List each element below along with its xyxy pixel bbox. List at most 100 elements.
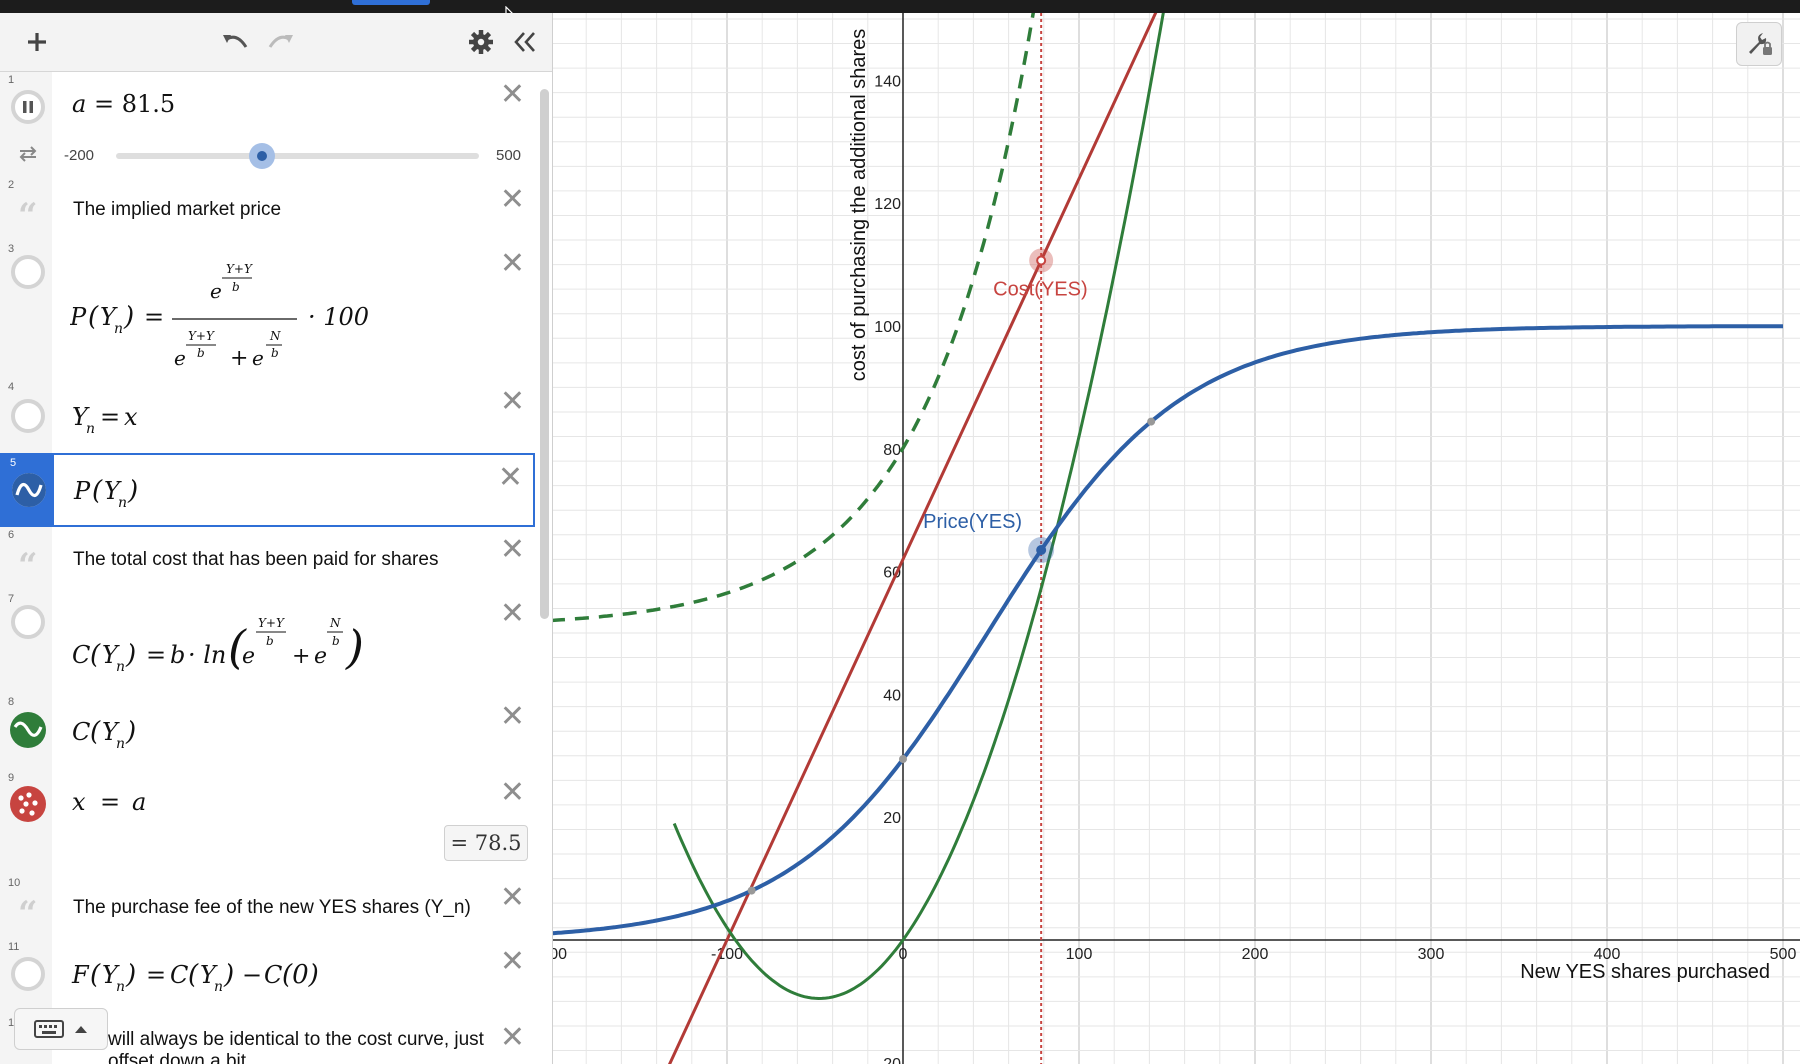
svg-text:n: n — [118, 495, 127, 511]
expression-row-price-definition[interactable]: 3 P ( Y n ) = e Y+Y b e Y+Y b + e N b · … — [0, 241, 535, 380]
expression-row-cost-graph[interactable]: 8 C ( Y n ) ✕ — [0, 694, 535, 771]
expression-row-fee-definition[interactable]: 11 F ( Y n ) = C ( Y n ) − C (0) ✕ — [0, 939, 535, 1016]
delete-expression-button[interactable]: ✕ — [500, 1023, 525, 1053]
yn-formula[interactable]: Y n = x — [70, 395, 190, 439]
graph-toggle-icon[interactable] — [11, 605, 45, 639]
svg-text:e: e — [314, 644, 327, 669]
add-expression-button[interactable] — [22, 27, 52, 57]
delete-expression-button[interactable]: ✕ — [500, 185, 525, 215]
delete-expression-button[interactable]: ✕ — [500, 599, 525, 629]
intersection-point[interactable] — [747, 886, 756, 895]
delete-expression-button[interactable]: ✕ — [500, 80, 525, 110]
note-text[interactable]: will always be identical to the cost cur… — [108, 1029, 498, 1064]
row-number: 2 — [8, 179, 15, 191]
green-curve-icon[interactable] — [10, 712, 46, 748]
pause-animation-button[interactable] — [11, 90, 45, 124]
expression-row-note[interactable]: 10 “ The purchase fee of the new YES sha… — [0, 875, 535, 940]
graph-toggle-icon[interactable] — [11, 957, 45, 991]
note-quote-icon: “ — [18, 894, 38, 934]
graph-toggle-icon[interactable] — [11, 399, 45, 433]
note-text[interactable]: The purchase fee of the new YES shares (… — [73, 897, 471, 919]
svg-text:· ln: · ln — [188, 641, 226, 669]
x-tick-label: 0 — [899, 946, 908, 963]
expression-row-slider[interactable]: 1 a = 81.5 -200 500 ✕ — [0, 72, 535, 178]
intersection-point[interactable] — [899, 755, 907, 764]
slider-min[interactable]: -200 — [64, 147, 94, 164]
intersection-point[interactable] — [1147, 417, 1156, 426]
svg-text:C: C — [72, 718, 90, 746]
price-point[interactable] — [1036, 544, 1047, 555]
slider-variable: a — [72, 90, 87, 118]
expression-list-scrollbar[interactable] — [540, 89, 549, 619]
loop-icon[interactable] — [17, 145, 39, 163]
svg-text:=: = — [146, 641, 166, 669]
undo-button[interactable] — [220, 27, 250, 57]
red-dotted-line-icon[interactable] — [10, 786, 46, 822]
undo-icon — [223, 35, 248, 48]
note-text[interactable]: The total cost that has been paid for sh… — [73, 549, 438, 571]
active-tab-indicator[interactable] — [352, 0, 430, 5]
svg-text:P: P — [70, 303, 87, 331]
x-tick-label: 200 — [1242, 946, 1269, 963]
fee-formula[interactable]: F ( Y n ) = C ( Y n ) − C (0) — [70, 953, 330, 997]
svg-text:(: ( — [188, 960, 199, 990]
redo-button[interactable] — [266, 27, 296, 57]
y-tick-label: 120 — [874, 196, 901, 213]
svg-text:(: ( — [90, 960, 101, 990]
note-text[interactable]: The implied market price — [73, 199, 281, 221]
expression-row-note[interactable]: 2 “ The implied market price ✕ — [0, 177, 535, 242]
price-graph-formula[interactable]: P ( Y n ) — [72, 469, 192, 513]
collapse-panel-button[interactable] — [510, 27, 540, 57]
svg-text:b: b — [170, 641, 185, 669]
graph-settings-button[interactable] — [1736, 22, 1782, 66]
cost-point[interactable] — [1036, 255, 1047, 266]
delete-expression-button[interactable]: ✕ — [500, 778, 525, 808]
row-number: 5 — [10, 457, 17, 469]
svg-text:C: C — [264, 961, 282, 989]
svg-text:=: = — [100, 403, 120, 431]
y-tick-label: 40 — [883, 687, 901, 704]
evaluation-result: = 78.5 — [444, 825, 528, 861]
cost-graph-formula[interactable]: C ( Y n ) — [70, 710, 190, 754]
delete-expression-button[interactable]: ✕ — [500, 702, 525, 732]
slider-track[interactable] — [116, 153, 479, 159]
graph-canvas[interactable]: -200-1000100200300400500 140120100806040… — [553, 13, 1800, 1064]
blue-curve-icon[interactable] — [12, 473, 46, 507]
svg-text:+: + — [230, 346, 248, 371]
slider-expression[interactable]: a = 81.5 — [72, 90, 175, 118]
delete-expression-button[interactable]: ✕ — [498, 463, 523, 493]
delete-expression-button[interactable]: ✕ — [500, 883, 525, 913]
svg-text:): ) — [345, 620, 364, 674]
svg-text:(0): (0) — [282, 960, 319, 990]
vertical-line-formula[interactable]: x = a — [70, 780, 190, 820]
x-tick-label: 100 — [1066, 946, 1093, 963]
slider-thumb[interactable] — [248, 143, 275, 169]
expression-row-cost-definition[interactable]: 7 C ( Y n ) = b · ln ( e Y+Y b + e N b)… — [0, 591, 535, 695]
expression-row-yn-definition[interactable]: 4 Y n = x ✕ — [0, 379, 535, 454]
svg-text:n: n — [116, 659, 125, 675]
svg-text:Y+Y: Y+Y — [188, 329, 215, 343]
expression-row-price-graph[interactable]: 5 P ( Y n ) ✕ — [0, 453, 535, 527]
delete-expression-button[interactable]: ✕ — [500, 249, 525, 279]
slider-thumb-core — [256, 151, 267, 161]
x-axis-title: New YES shares purchased — [1520, 961, 1770, 983]
cost-formula[interactable]: C ( Y n ) = b · ln ( e Y+Y b + e N b) — [70, 597, 370, 689]
y-tick-label: 20 — [883, 810, 901, 827]
row-number: 11 — [8, 941, 20, 953]
row-number: 1 — [8, 74, 15, 86]
keyboard-toggle-button[interactable] — [14, 1008, 108, 1050]
delete-expression-button[interactable]: ✕ — [500, 535, 525, 565]
svg-text:): ) — [223, 960, 234, 990]
delete-expression-button[interactable]: ✕ — [500, 947, 525, 977]
settings-button[interactable] — [466, 27, 496, 57]
svg-text:): ) — [125, 960, 136, 990]
double-chevron-left-icon — [514, 32, 535, 52]
price-formula[interactable]: P ( Y n ) = e Y+Y b e Y+Y b + e N b · 10… — [70, 253, 370, 373]
graph-toggle-icon[interactable] — [11, 255, 45, 289]
slider-max[interactable]: 500 — [496, 147, 521, 164]
svg-text:x: x — [72, 788, 86, 816]
svg-text:(: ( — [88, 302, 99, 332]
expression-row-note[interactable]: 6 “ The total cost that has been paid fo… — [0, 527, 535, 592]
svg-text:b: b — [266, 634, 274, 648]
delete-expression-button[interactable]: ✕ — [500, 387, 525, 417]
